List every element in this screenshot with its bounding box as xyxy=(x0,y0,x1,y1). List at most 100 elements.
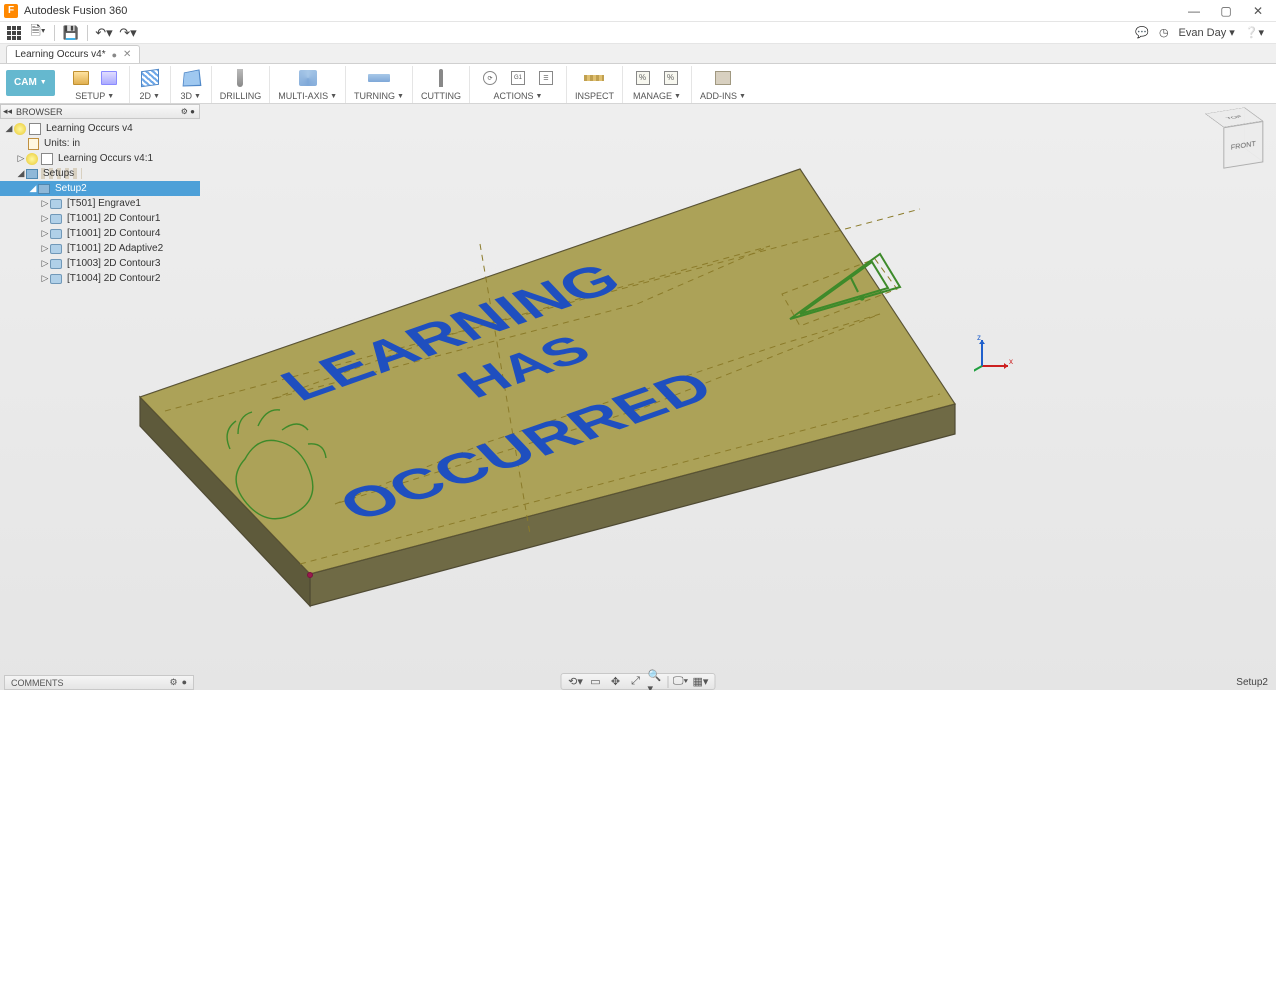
job-status-icon[interactable]: ◷ xyxy=(1159,26,1169,39)
browser-panel: ◂◂ BROWSER ⚙ ● ◢Learning Occurs v4 Units… xyxy=(0,104,200,288)
setup-icon[interactable] xyxy=(69,66,93,90)
grid-settings-button[interactable]: ▦▾ xyxy=(693,675,709,689)
tree-component[interactable]: ▷Learning Occurs v4:1 xyxy=(0,151,200,166)
ribbon-label-actions[interactable]: ACTIONS▼ xyxy=(493,91,542,101)
look-at-button[interactable]: ▭ xyxy=(588,675,604,689)
app-title: Autodesk Fusion 360 xyxy=(24,5,127,17)
ribbon-label-manage[interactable]: MANAGE▼ xyxy=(633,91,681,101)
svg-text:z: z xyxy=(977,334,981,342)
addins-icon[interactable] xyxy=(711,66,735,90)
viewport[interactable]: LEARNING HAS OCCURRED ◂◂ BROWSER ⚙ ● ◢Le… xyxy=(0,104,1276,690)
drilling-icon[interactable] xyxy=(228,66,252,90)
cutting-icon[interactable] xyxy=(429,66,453,90)
statusbar: COMMENTS ⚙ ● ⟲▾ ▭ ✥ ⤢ 🔍▾ 🖵▾ ▦▾ Setup2 xyxy=(0,673,1276,690)
ribbon-group-inspect: INSPECT xyxy=(567,66,623,103)
user-menu[interactable]: Evan Day▾ xyxy=(1179,26,1235,39)
browser-pin-icon[interactable]: ⚙ ● xyxy=(181,107,195,116)
setup-folder-icon[interactable] xyxy=(97,66,121,90)
tree-op[interactable]: ▷[T1001] 2D Contour1 xyxy=(0,211,200,226)
page-icon xyxy=(28,138,39,150)
save-button[interactable]: 💾 xyxy=(61,24,81,42)
actions-icon-1[interactable]: ⟳ xyxy=(478,66,502,90)
op-icon xyxy=(50,229,62,239)
comments-settings-icon[interactable]: ⚙ xyxy=(169,677,177,688)
status-setup-label: Setup2 xyxy=(1236,677,1268,688)
setups-icon xyxy=(26,169,38,179)
ribbon-group-manage: MANAGE▼ xyxy=(623,66,692,103)
window-titlebar: F Autodesk Fusion 360 — ▢ ✕ xyxy=(0,0,1276,22)
tree-op[interactable]: ▷[T1003] 2D Contour3 xyxy=(0,256,200,271)
ribbon-label-addins[interactable]: ADD-INS▼ xyxy=(700,91,746,101)
ribbon-group-multiaxis: MULTI-AXIS▼ xyxy=(270,66,346,103)
maximize-button[interactable]: ▢ xyxy=(1218,3,1234,19)
comments-expand-icon[interactable]: ● xyxy=(182,677,187,688)
3d-icon[interactable] xyxy=(179,66,203,90)
ribbon-label-multiaxis[interactable]: MULTI-AXIS▼ xyxy=(278,91,337,101)
setup-icon xyxy=(38,184,50,194)
tree-setups-folder[interactable]: ◢Setups xyxy=(0,166,200,181)
tree-units[interactable]: Units: in xyxy=(0,136,200,151)
orbit-button[interactable]: ⟲▾ xyxy=(568,675,584,689)
ribbon-label-cutting: CUTTING xyxy=(421,91,461,101)
ribbon-group-3d: 3D▼ xyxy=(171,66,212,103)
pan-button[interactable]: ✥ xyxy=(608,675,624,689)
quick-access-toolbar: 🗎▾ 💾 ↶▾ ↷▾ 💬 ◷ Evan Day▾ ❔▾ xyxy=(0,22,1276,44)
browser-header[interactable]: ◂◂ BROWSER ⚙ ● xyxy=(0,104,200,119)
manage-icon-1[interactable] xyxy=(631,66,655,90)
ribbon-label-turning[interactable]: TURNING▼ xyxy=(354,91,404,101)
empty-area-below xyxy=(0,690,1276,1000)
file-menu-button[interactable]: 🗎▾ xyxy=(28,24,48,42)
tab-label: Learning Occurs v4* xyxy=(15,49,106,60)
tree-op[interactable]: ▷[T501] Engrave1 xyxy=(0,196,200,211)
tree-op[interactable]: ▷[T1004] 2D Contour2 xyxy=(0,271,200,286)
zoom-window-button[interactable]: 🔍▾ xyxy=(648,675,664,689)
document-tabbar: Learning Occurs v4* ● ✕ xyxy=(0,44,1276,64)
actions-icon-2[interactable]: G1 xyxy=(506,66,530,90)
comments-panel-header[interactable]: COMMENTS ⚙ ● xyxy=(4,675,194,690)
actions-icon-3[interactable]: ☰ xyxy=(534,66,558,90)
comments-label: COMMENTS xyxy=(11,678,64,688)
bulb-icon[interactable] xyxy=(26,153,38,165)
ribbon-group-setup: SETUP▼ xyxy=(61,66,130,103)
ribbon-group-turning: TURNING▼ xyxy=(346,66,413,103)
viewcube[interactable]: FRONT TOP xyxy=(1204,108,1264,168)
op-icon xyxy=(50,259,62,269)
document-tab[interactable]: Learning Occurs v4* ● ✕ xyxy=(6,45,140,63)
op-icon xyxy=(50,199,62,209)
tree-setup-active[interactable]: ◢Setup2 xyxy=(0,181,200,196)
svg-text:OCCURRED: OCCURRED xyxy=(327,362,725,530)
op-icon xyxy=(50,244,62,254)
browser-collapse-icon[interactable]: ◂◂ xyxy=(3,106,12,117)
navigation-toolbar: ⟲▾ ▭ ✥ ⤢ 🔍▾ 🖵▾ ▦▾ xyxy=(561,673,716,690)
zoom-button[interactable]: ⤢ xyxy=(628,675,644,689)
viewcube-front[interactable]: FRONT xyxy=(1223,121,1263,169)
workspace-switcher[interactable]: CAM▼ xyxy=(6,70,55,96)
close-window-button[interactable]: ✕ xyxy=(1250,3,1266,19)
tree-op[interactable]: ▷[T1001] 2D Adaptive2 xyxy=(0,241,200,256)
tree-op[interactable]: ▷[T1001] 2D Contour4 xyxy=(0,226,200,241)
ribbon-group-drilling: DRILLING xyxy=(212,66,271,103)
ribbon-label-setup[interactable]: SETUP▼ xyxy=(75,91,114,101)
help-button[interactable]: ❔▾ xyxy=(1245,26,1264,39)
comments-icon[interactable]: 💬 xyxy=(1135,26,1149,39)
component-icon xyxy=(29,123,41,135)
2d-icon[interactable] xyxy=(138,66,162,90)
ribbon-label-2d[interactable]: 2D▼ xyxy=(139,91,159,101)
ribbon-label-drilling: DRILLING xyxy=(220,91,262,101)
display-settings-button[interactable]: 🖵▾ xyxy=(673,675,689,689)
bulb-icon[interactable] xyxy=(14,123,26,135)
inspect-icon[interactable] xyxy=(582,66,606,90)
turning-icon[interactable] xyxy=(367,66,391,90)
ribbon-label-3d[interactable]: 3D▼ xyxy=(180,91,200,101)
grid-menu-button[interactable] xyxy=(4,24,24,42)
redo-button[interactable]: ↷▾ xyxy=(118,24,138,42)
tree-root[interactable]: ◢Learning Occurs v4 xyxy=(0,121,200,136)
browser-title: BROWSER xyxy=(16,107,63,117)
ribbon-toolbar: CAM▼ SETUP▼ 2D▼ 3D▼ DRILLING MULTI-AXIS▼… xyxy=(0,64,1276,104)
tab-close-button[interactable]: ✕ xyxy=(123,49,131,60)
minimize-button[interactable]: — xyxy=(1186,3,1202,19)
manage-icon-2[interactable] xyxy=(659,66,683,90)
multiaxis-icon[interactable] xyxy=(296,66,320,90)
undo-button[interactable]: ↶▾ xyxy=(94,24,114,42)
svg-text:x: x xyxy=(1009,357,1013,366)
